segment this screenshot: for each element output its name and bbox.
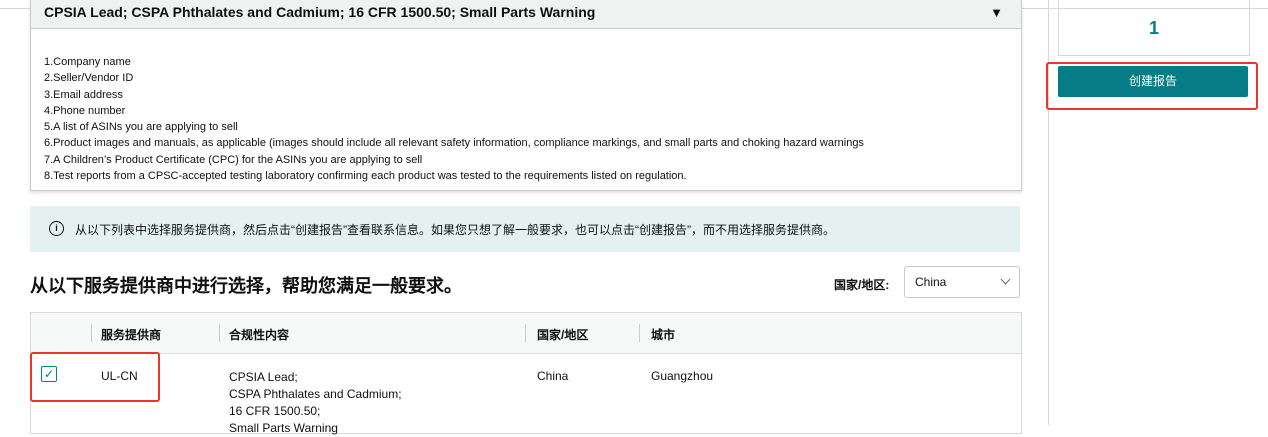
highlight-annotation — [1046, 62, 1258, 110]
row-city: Guangzhou — [651, 369, 714, 383]
requirement-item: 2.Seller/Vendor ID — [44, 72, 134, 85]
compliance-item: CPSIA Lead; — [229, 370, 298, 384]
column-header-compliance: 合规性内容 — [229, 328, 290, 342]
info-alert: i 从以下列表中选择服务提供商，然后点击“创建报告”查看联系信息。如果您只想了解… — [30, 206, 1020, 252]
provider-table: 服务提供商 合规性内容 国家/地区 城市 ✓ UL-CN CPSIA Lead;… — [30, 312, 1022, 437]
country-label: 国家/地区: — [834, 278, 890, 292]
requirement-item: 3.Email address — [44, 88, 123, 101]
compliance-item: Small Parts Warning — [229, 421, 338, 435]
column-divider — [525, 324, 526, 342]
info-alert-text: 从以下列表中选择服务提供商，然后点击“创建报告”查看联系信息。如果您只想了解一般… — [75, 223, 835, 237]
column-header-country: 国家/地区 — [537, 328, 589, 342]
selected-count: 1 — [1148, 18, 1159, 38]
compliance-content: CPSIA Lead; CSPA Phthalates and Cadmium;… — [229, 369, 402, 437]
requirement-title: CPSIA Lead; CSPA Phthalates and Cadmium;… — [44, 4, 596, 20]
requirement-item: 4.Phone number — [44, 104, 126, 117]
column-header-city: 城市 — [651, 328, 676, 342]
requirement-list: 1.Company name 2.Seller/Vendor ID 3.Emai… — [44, 54, 864, 184]
country-select[interactable]: China — [904, 266, 1020, 298]
requirement-panel: CPSIA Lead; CSPA Phthalates and Cadmium;… — [30, 0, 1022, 191]
requirement-item: 8.Test reports from a CPSC-accepted test… — [44, 170, 687, 183]
requirement-item: 5.A list of ASINs you are applying to se… — [44, 121, 238, 134]
requirement-item: 7.A Children’s Product Certificate (CPC)… — [44, 153, 423, 166]
column-divider — [91, 324, 92, 342]
compliance-item: CSPA Phthalates and Cadmium; — [229, 387, 402, 401]
column-divider — [639, 324, 640, 342]
country-select-value: China — [915, 275, 947, 289]
requirement-item: 6.Product images and manuals, as applica… — [44, 137, 864, 150]
highlight-annotation — [30, 352, 160, 402]
caret-down-icon[interactable]: ▼ — [990, 5, 1003, 20]
compliance-item: 16 CFR 1500.50; — [229, 404, 321, 418]
table-header: 服务提供商 合规性内容 国家/地区 城市 — [31, 313, 1021, 354]
column-header-provider: 服务提供商 — [101, 328, 162, 342]
provider-section-title: 从以下服务提供商中进行选择，帮助您满足一般要求。 — [30, 276, 462, 296]
info-icon: i — [49, 221, 64, 236]
selected-count-box: 1 — [1058, 0, 1250, 56]
requirement-item: 1.Company name — [44, 56, 131, 68]
requirement-header[interactable]: CPSIA Lead; CSPA Phthalates and Cadmium;… — [31, 0, 1021, 29]
row-country: China — [537, 369, 569, 383]
column-divider — [219, 324, 220, 342]
chevron-down-icon — [1000, 274, 1011, 285]
